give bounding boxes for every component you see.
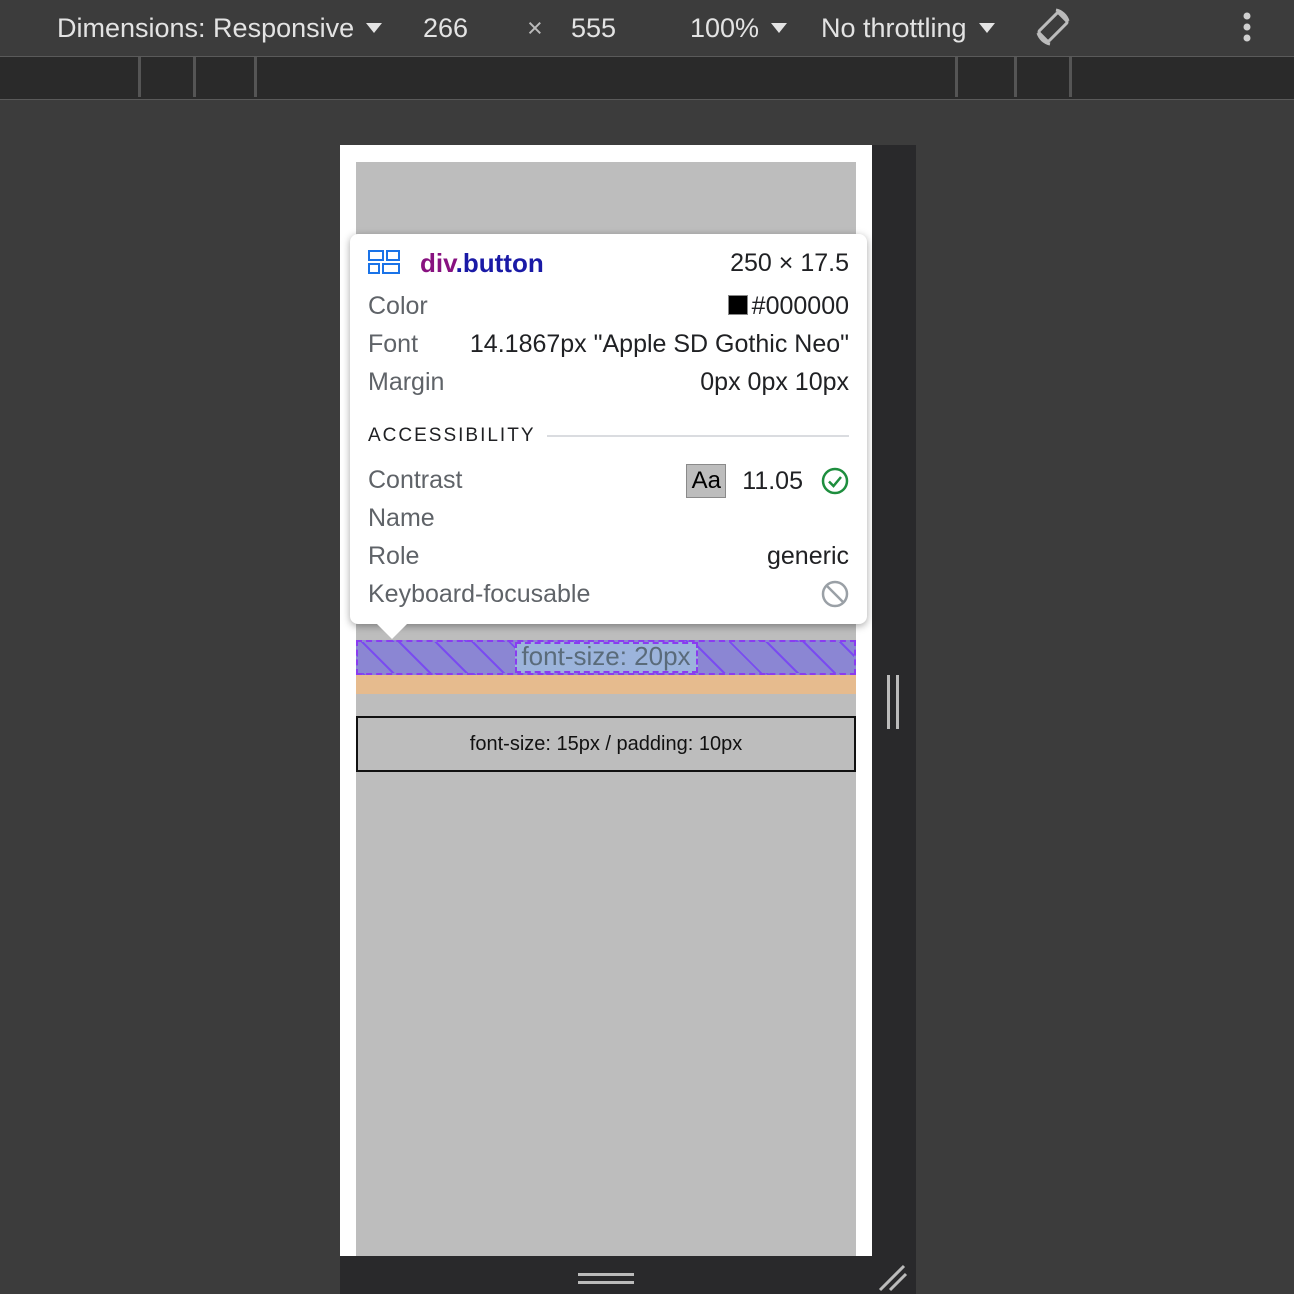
font-row: Font 14.1867px "Apple SD Gothic Neo"	[368, 328, 849, 360]
section-divider	[547, 435, 849, 437]
dimensions-dropdown[interactable]: Dimensions: Responsive	[57, 12, 383, 44]
focusable-label: Keyboard-focusable	[368, 580, 591, 608]
margin-label: Margin	[368, 368, 445, 396]
throttling-dropdown[interactable]: No throttling	[821, 12, 995, 44]
chevron-down-icon	[771, 22, 788, 33]
button-20px[interactable]: font-size: 20px	[356, 642, 856, 670]
margin-highlight	[356, 675, 856, 694]
color-row: Color #000000	[368, 290, 849, 322]
element-selector: div.button	[420, 247, 544, 279]
check-circle-icon	[821, 467, 849, 495]
resize-handle[interactable]	[896, 675, 899, 729]
throttling-label: No throttling	[821, 13, 967, 43]
color-label: Color	[368, 292, 428, 320]
inspect-tooltip: div.button 250 × 17.5 Color #000000 Font…	[350, 234, 867, 624]
margin-value: 0px 0px 10px	[700, 368, 849, 396]
flex-layout-icon	[368, 250, 400, 274]
element-tag: div	[420, 248, 456, 278]
ruler-tick	[254, 57, 257, 97]
resize-handle[interactable]	[578, 1281, 634, 1284]
resize-handle[interactable]	[887, 675, 890, 729]
role-value: generic	[767, 542, 849, 570]
name-label: Name	[368, 504, 435, 532]
contrast-value: 11.05	[742, 467, 803, 495]
color-swatch	[727, 295, 748, 316]
resize-handle[interactable]	[578, 1273, 634, 1276]
role-row: Role generic	[368, 540, 849, 572]
dimensions-label: Dimensions: Responsive	[57, 13, 355, 43]
contrast-sample: Aa	[686, 464, 727, 498]
name-row: Name	[368, 502, 849, 534]
ruler-tick	[138, 57, 141, 97]
corner-resize-icon[interactable]	[878, 1264, 908, 1292]
ruler-tick	[193, 57, 196, 97]
width-input[interactable]: 266	[423, 12, 468, 44]
zoom-label: 100%	[690, 13, 760, 43]
element-class: .button	[455, 248, 544, 278]
contrast-label: Contrast	[368, 466, 463, 494]
font-label: Font	[368, 330, 419, 358]
height-input[interactable]: 555	[571, 12, 616, 44]
ruler-tick	[955, 57, 958, 97]
role-label: Role	[368, 542, 420, 570]
ruler-tick	[1069, 57, 1072, 97]
right-resize-bar[interactable]	[872, 145, 916, 1294]
element-size: 250 × 17.5	[730, 249, 849, 277]
chevron-down-icon	[366, 22, 383, 33]
tooltip-arrow	[376, 623, 408, 639]
accessibility-heading: ACCESSIBILITY	[368, 425, 536, 446]
ruler-tick	[1014, 57, 1017, 97]
not-allowed-icon	[821, 580, 849, 608]
device-toolbar: Dimensions: Responsive 266 × 555 100% No…	[0, 0, 1294, 57]
button-15px[interactable]: font-size: 15px / padding: 10px	[356, 716, 856, 772]
times-separator: ×	[527, 13, 543, 43]
font-value: 14.1867px "Apple SD Gothic Neo"	[469, 330, 849, 358]
focusable-row: Keyboard-focusable	[368, 578, 849, 610]
margin-row: Margin 0px 0px 10px	[368, 366, 849, 398]
media-query-ruler[interactable]	[0, 57, 1294, 100]
chevron-down-icon	[978, 22, 995, 33]
zoom-dropdown[interactable]: 100%	[690, 12, 788, 44]
more-vertical-icon[interactable]	[1240, 12, 1254, 44]
contrast-row: Contrast Aa 11.05	[368, 464, 849, 498]
button-15px-label: font-size: 15px / padding: 10px	[469, 732, 743, 755]
bottom-resize-bar[interactable]	[340, 1256, 916, 1294]
color-value: #000000	[751, 292, 849, 320]
rotate-icon[interactable]	[1032, 7, 1074, 49]
